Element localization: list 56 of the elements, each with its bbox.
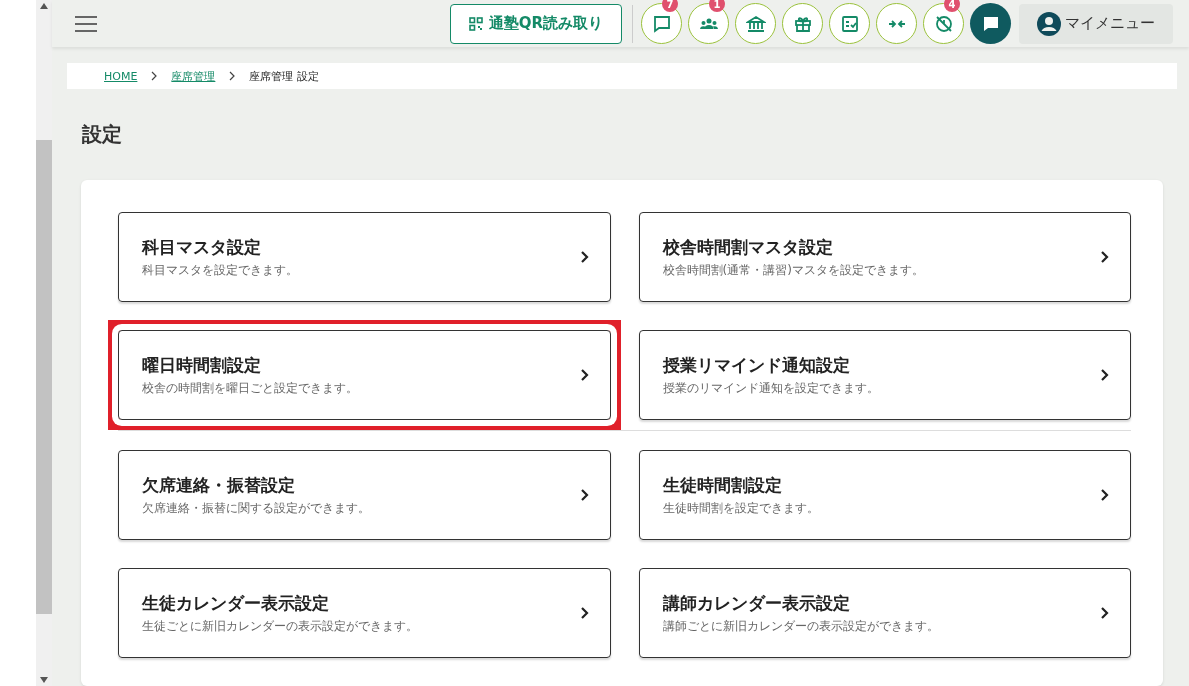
settings-card[interactable]: 科目マスタ設定 科目マスタを設定できます。 — [118, 212, 611, 302]
chevron-right-icon — [151, 71, 158, 82]
breadcrumb-link[interactable]: HOME — [104, 69, 138, 83]
settings-card[interactable]: 生徒時間割設定 生徒時間割を設定できます。 — [638, 450, 1131, 540]
user-avatar-icon — [1037, 11, 1061, 36]
chat-button[interactable] — [970, 3, 1011, 45]
card-description: 校舎の時間割を曜日ごと設定できます。 — [142, 379, 358, 397]
chat-bubble-icon — [651, 13, 672, 34]
settings-card[interactable]: 生徒カレンダー表示設定 生徒ごとに新旧カレンダーの表示設定ができます。 — [118, 568, 611, 658]
clock-off-icon — [933, 13, 954, 34]
notification-badge: 7 — [662, 0, 678, 13]
settings-card[interactable]: 欠席連絡・振替設定 欠席連絡・振替に関する設定ができます。 — [118, 450, 611, 540]
card-title: 生徒カレンダー表示設定 — [142, 591, 330, 615]
qr-code-icon — [468, 16, 483, 31]
menu-icon[interactable] — [75, 15, 97, 32]
chevron-right-icon — [579, 606, 590, 620]
breadcrumb-current: 座席管理 設定 — [249, 68, 319, 84]
card-description: 生徒時間割を設定できます。 — [662, 499, 819, 517]
chevron-right-icon — [579, 368, 590, 382]
chevron-right-icon — [579, 250, 590, 264]
toolbar-button[interactable] — [876, 3, 917, 45]
card-title: 校舎時間割マスタ設定 — [662, 235, 834, 259]
checklist-icon — [839, 13, 860, 34]
chevron-right-icon — [1100, 250, 1110, 264]
settings-card[interactable]: 校舎時間割マスタ設定 校舎時間割(通常・講習)マスタを設定できます。 — [638, 212, 1131, 302]
chevron-right-icon — [1100, 606, 1110, 620]
card-description: 講師ごとに新旧カレンダーの表示設定ができます。 — [662, 617, 939, 635]
chevron-right-icon — [1100, 488, 1110, 502]
card-title: 講師カレンダー表示設定 — [662, 591, 851, 615]
toolbar-button[interactable] — [782, 3, 823, 45]
card-description: 授業のリマインド通知を設定できます。 — [662, 379, 879, 397]
card-title: 科目マスタ設定 — [142, 235, 262, 259]
chevron-right-icon — [229, 71, 236, 82]
card-description: 欠席連絡・振替に関する設定ができます。 — [142, 499, 370, 517]
toolbar-button[interactable] — [735, 3, 776, 45]
card-title: 曜日時間割設定 — [142, 353, 262, 377]
chevron-right-icon — [579, 488, 590, 502]
scrollbar[interactable] — [36, 0, 52, 686]
page-title: 設定 — [82, 121, 123, 148]
toolbar-button[interactable] — [829, 3, 870, 45]
qr-scan-button[interactable]: 通塾QR読み取り — [449, 3, 622, 44]
card-description: 生徒ごとに新旧カレンダーの表示設定ができます。 — [142, 617, 418, 635]
card-description: 科目マスタを設定できます。 — [142, 261, 298, 279]
card-description: 校舎時間割(通常・講習)マスタを設定できます。 — [662, 261, 924, 279]
my-menu-button[interactable]: マイメニュー — [1019, 3, 1173, 44]
notification-badge: 4 — [944, 0, 960, 13]
notification-badge: 1 — [709, 0, 725, 13]
card-title: 生徒時間割設定 — [662, 473, 783, 497]
breadcrumb-link[interactable]: 座席管理 — [171, 68, 216, 84]
chevron-right-icon — [1100, 368, 1110, 382]
settings-card[interactable]: 講師カレンダー表示設定 講師ごとに新旧カレンダーの表示設定ができます。 — [638, 568, 1131, 658]
settings-card[interactable]: 授業リマインド通知設定 授業のリマインド通知を設定できます。 — [638, 330, 1131, 420]
card-title: 授業リマインド通知設定 — [662, 353, 851, 377]
chat-bubble-icon — [981, 14, 1000, 33]
card-title: 欠席連絡・振替設定 — [142, 473, 296, 497]
building-icon — [745, 13, 766, 34]
